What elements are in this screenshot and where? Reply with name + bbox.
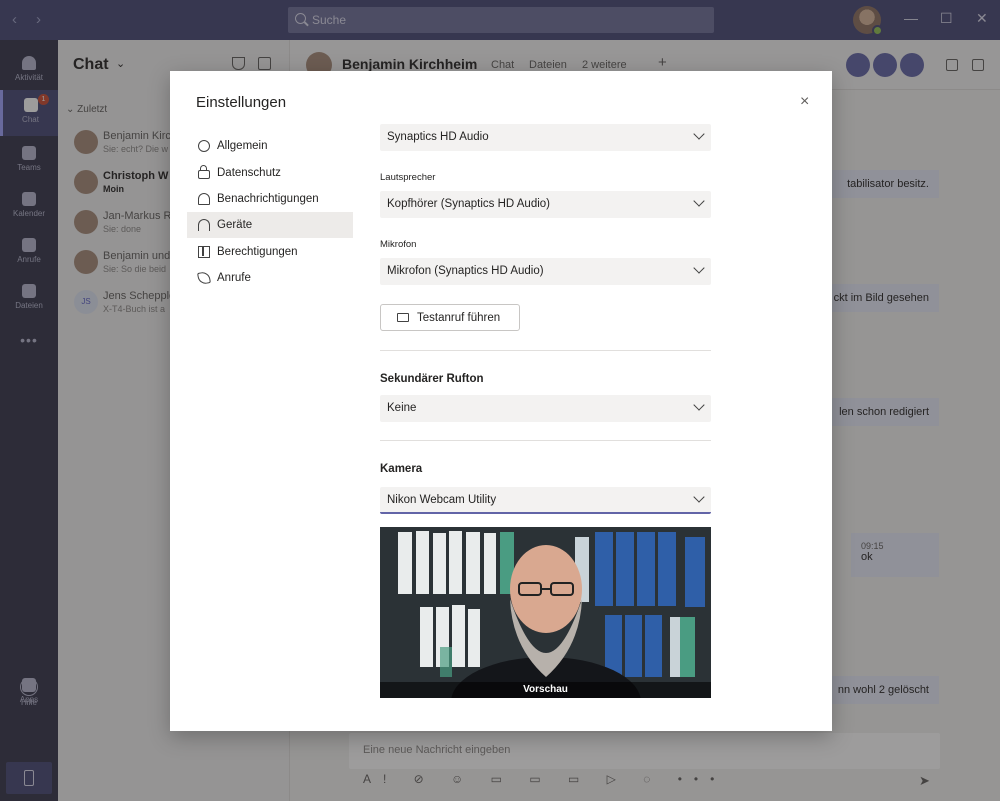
camera-heading: Kamera <box>380 463 423 475</box>
chevron-down-icon <box>693 491 705 503</box>
microphone-select[interactable]: Mikrofon (Synaptics HD Audio) <box>380 258 711 285</box>
settings-nav-privacy[interactable]: Datenschutz <box>187 160 353 186</box>
test-call-button[interactable]: Testanruf führen <box>380 304 520 331</box>
secondary-ringtone-heading: Sekundärer Rufton <box>380 373 484 385</box>
test-call-icon <box>397 313 409 322</box>
camera-preview: Vorschau <box>380 527 711 698</box>
grid-icon <box>198 246 210 258</box>
settings-nav-calls[interactable]: Anrufe <box>187 265 353 291</box>
divider <box>380 350 711 351</box>
settings-nav-notifications[interactable]: Benachrichtigungen <box>187 186 353 212</box>
settings-dialog: Einstellungen × Allgemein Datenschutz Be… <box>170 71 832 731</box>
gear-icon <box>198 140 210 152</box>
divider <box>380 440 711 441</box>
camera-preview-image <box>380 527 711 698</box>
headset-icon <box>198 219 210 231</box>
speaker-select[interactable]: Kopfhörer (Synaptics HD Audio) <box>380 191 711 218</box>
settings-nav-permissions[interactable]: Berechtigungen <box>187 239 353 265</box>
camera-select[interactable]: Nikon Webcam Utility <box>380 487 711 514</box>
close-icon[interactable]: × <box>800 93 809 111</box>
lock-icon <box>198 165 210 179</box>
secondary-ringtone-select[interactable]: Keine <box>380 395 711 422</box>
chevron-down-icon <box>693 262 705 274</box>
chevron-down-icon <box>693 195 705 207</box>
speaker-label: Lautsprecher <box>380 172 436 183</box>
dialog-title: Einstellungen <box>196 94 287 111</box>
chevron-down-icon <box>693 399 705 411</box>
audio-device-select[interactable]: Synaptics HD Audio <box>380 124 711 151</box>
preview-label: Vorschau <box>380 682 711 698</box>
bell-icon <box>198 193 210 205</box>
microphone-label: Mikrofon <box>380 239 417 250</box>
chevron-down-icon <box>693 128 705 140</box>
settings-nav-general[interactable]: Allgemein <box>187 133 353 159</box>
phone-icon <box>197 271 211 285</box>
settings-nav-devices[interactable]: Geräte <box>187 212 353 238</box>
